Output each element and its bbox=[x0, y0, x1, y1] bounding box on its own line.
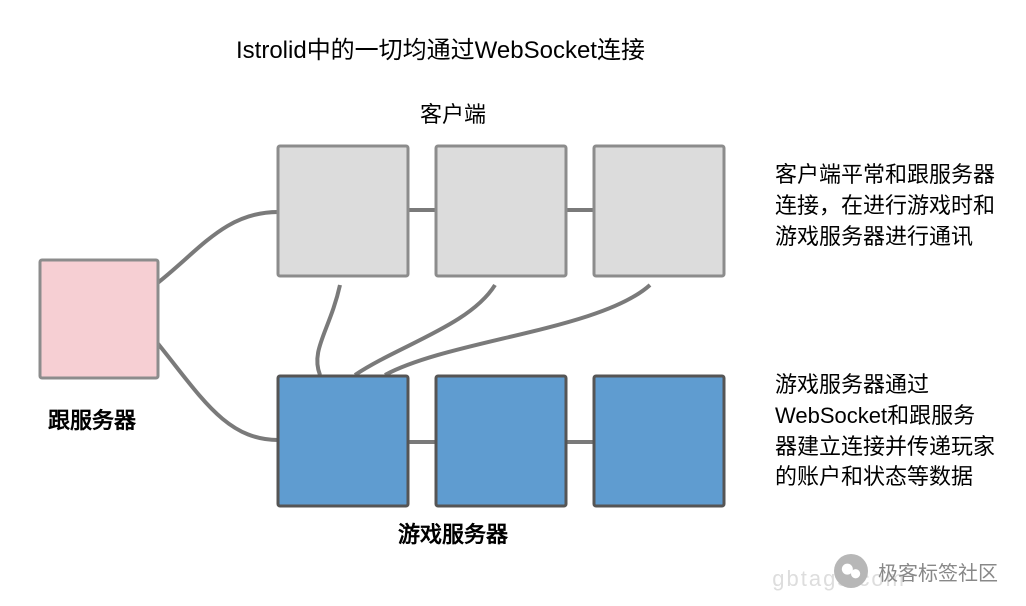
edge-client1-game1 bbox=[317, 285, 340, 375]
client-description: 客户端平常和跟服务器连接，在进行游戏时和游戏服务器进行通讯 bbox=[775, 160, 995, 252]
client-nodes bbox=[278, 146, 724, 276]
wechat-icon bbox=[834, 554, 868, 588]
diagram-title: Istrolid中的一切均通过WebSocket连接 bbox=[236, 34, 645, 68]
watermark-text: 极客标签社区 bbox=[878, 557, 998, 586]
client-node-2 bbox=[436, 146, 566, 276]
game-server-nodes bbox=[278, 376, 724, 506]
game-server-description: 游戏服务器通过WebSocket和跟服务器建立连接并传递玩家的账户和状态等数据 bbox=[775, 370, 995, 493]
client-node-3 bbox=[594, 146, 724, 276]
client-node-1 bbox=[278, 146, 408, 276]
diagram-canvas bbox=[0, 0, 1026, 606]
game-node-2 bbox=[436, 376, 566, 506]
root-server-node bbox=[40, 260, 158, 378]
root-server-label: 跟服务器 bbox=[48, 406, 136, 437]
edge-root-game1 bbox=[155, 340, 278, 440]
client-row-label: 客户端 bbox=[420, 100, 486, 131]
game-node-3 bbox=[594, 376, 724, 506]
edge-client3-game1 bbox=[385, 285, 650, 375]
connectors bbox=[155, 212, 650, 440]
edge-root-client1 bbox=[155, 212, 278, 285]
game-server-label: 游戏服务器 bbox=[398, 520, 508, 551]
game-node-1 bbox=[278, 376, 408, 506]
edge-client2-game1 bbox=[355, 285, 495, 375]
watermark: 极客标签社区 bbox=[834, 554, 998, 588]
